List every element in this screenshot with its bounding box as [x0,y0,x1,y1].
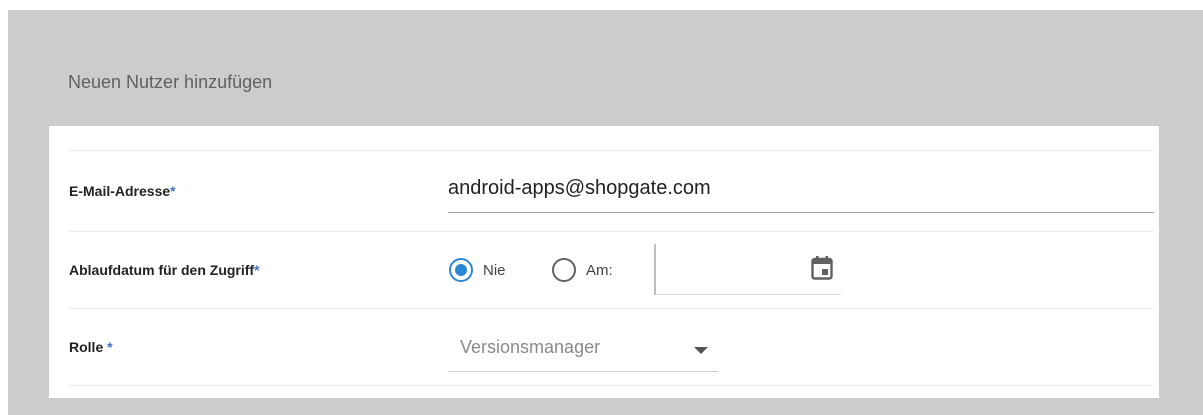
role-label-text: Rolle [69,339,104,355]
expiry-label-text: Ablaufdatum für den Zugriff [69,262,255,278]
radio-never-label[interactable]: Nie [483,262,506,279]
radio-on-date-label[interactable]: Am: [586,262,613,279]
dialog-title: Neuen Nutzer hinzufügen [68,72,273,92]
email-label-text: E-Mail-Adresse [69,183,171,199]
expiry-date-input[interactable] [654,244,841,295]
radio-on-date[interactable] [552,258,576,282]
expiry-row: Ablaufdatum für den Zugriff* Nie Am: [69,231,1154,308]
email-input-underline [448,212,1154,213]
role-select[interactable]: Versionsmanager [460,337,600,358]
radio-never-dot [455,264,467,276]
caret-down-icon[interactable] [694,347,708,354]
user-form-card: E-Mail-Adresse* android-apps@shopgate.co… [49,126,1159,398]
role-select-underline [448,371,718,372]
role-required-mark: * [103,339,113,355]
email-label: E-Mail-Adresse* [69,183,176,199]
expiry-label: Ablaufdatum für den Zugriff* [69,262,260,278]
expiry-required-mark: * [254,262,260,278]
role-label: Rolle * [69,339,113,355]
email-required-mark: * [170,183,176,199]
calendar-icon[interactable] [811,256,833,280]
role-row: Rolle * Versionsmanager [69,308,1154,386]
email-input[interactable]: android-apps@shopgate.com [448,177,711,200]
radio-never[interactable] [449,258,473,282]
email-row: E-Mail-Adresse* android-apps@shopgate.co… [69,150,1154,231]
add-user-dialog: Neuen Nutzer hinzufügen E-Mail-Adresse* … [8,10,1203,415]
